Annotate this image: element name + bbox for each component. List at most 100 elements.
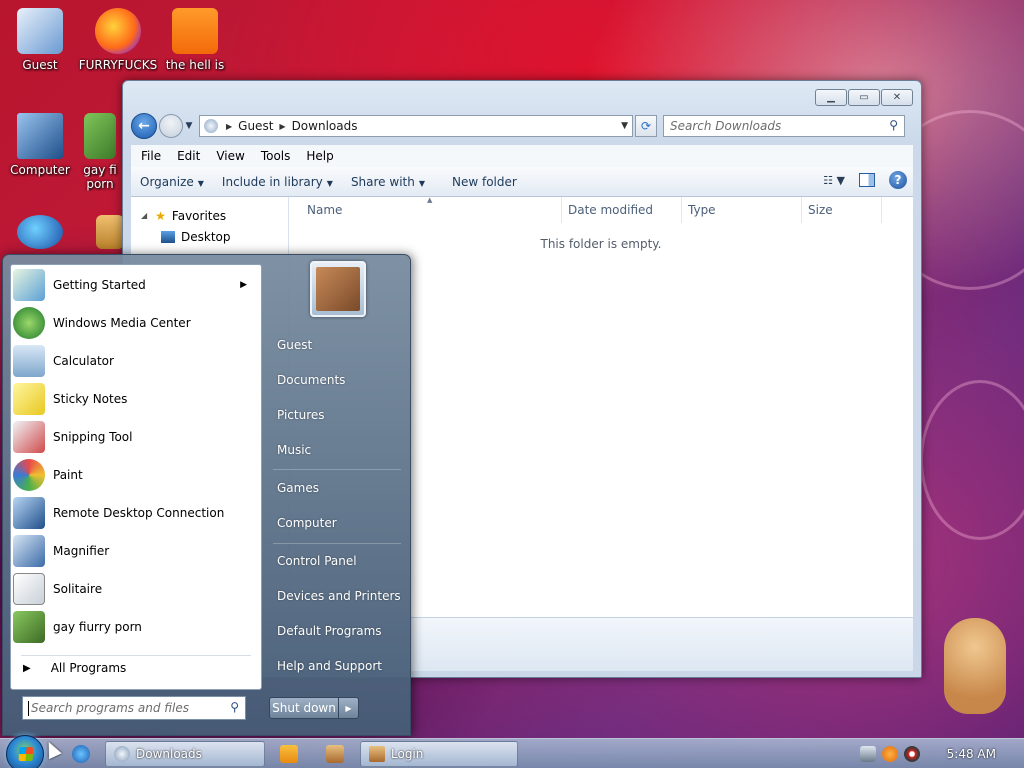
start-link-help-support[interactable]: Help and Support [277,659,382,673]
command-bar-right: ☷ ▼ ? [823,171,907,189]
program-solitaire[interactable]: Solitaire [13,571,259,607]
desktop-icon-uc-browser[interactable]: the hell is [155,8,235,72]
start-link-devices-printers[interactable]: Devices and Printers [277,589,401,603]
menu-file[interactable]: File [133,149,169,163]
address-bar[interactable]: ▶ Guest ▶ Downloads ▼ [199,115,633,137]
paint-icon [13,459,45,491]
new-folder-button[interactable]: New folder [434,175,526,189]
close-button[interactable]: ✕ [881,89,913,106]
taskbar-login[interactable]: Login [360,741,518,767]
search-input[interactable]: Search Downloads ⚲ [663,115,905,137]
preview-pane-button[interactable] [859,173,875,187]
share-with-button[interactable]: Share with ▼ [342,175,434,189]
divider [273,469,401,470]
nav-item-desktop[interactable]: Desktop [131,226,288,247]
program-label: gay fiurry porn [53,620,142,634]
start-link-games[interactable]: Games [277,481,319,495]
start-link-documents[interactable]: Documents [277,373,345,387]
program-label: Magnifier [53,544,110,558]
column-size[interactable]: Size [802,197,882,223]
program-bear-game[interactable]: gay fiurry porn [13,609,259,645]
help-button[interactable]: ? [889,171,907,189]
desktop-icon-label: the hell is [165,58,225,72]
breadcrumb-guest[interactable]: Guest [232,119,279,133]
explorer-icon [114,746,130,762]
shutdown-button[interactable]: Shut down [269,697,339,719]
minimize-button[interactable]: ▁ [815,89,847,106]
refresh-button[interactable]: ⟳ [635,115,657,137]
menu-tools[interactable]: Tools [253,149,299,163]
program-getting-started[interactable]: Getting Started ▶ [13,267,259,303]
solitaire-icon [13,573,45,605]
maximize-button[interactable]: ▭ [848,89,880,106]
start-button[interactable] [6,735,44,768]
menu-edit[interactable]: Edit [169,149,208,163]
refresh-icon: ⟳ [640,119,652,133]
include-in-library-button[interactable]: Include in library ▼ [213,175,342,189]
menu-help[interactable]: Help [298,149,341,163]
chevron-down-icon: ▼ [418,178,425,188]
user-avatar[interactable] [310,261,366,317]
media-player-icon[interactable] [280,745,298,763]
submenu-arrow-icon: ▶ [240,280,247,290]
clock[interactable]: 5:48 AM [947,747,996,761]
program-snipping-tool[interactable]: Snipping Tool [13,419,259,455]
desktop-icon-gay-fi[interactable]: gay fi porn [72,113,128,191]
start-link-computer[interactable]: Computer [277,516,337,530]
chevron-down-icon[interactable]: ▼ [621,121,628,131]
breadcrumb-downloads[interactable]: Downloads [286,119,364,133]
desktop-icon-guest[interactable]: Guest [0,8,80,72]
taskbar-downloads[interactable]: Downloads [105,741,265,767]
clock-app-icon [96,215,124,249]
start-link-guest[interactable]: Guest [277,338,312,352]
program-paint[interactable]: Paint [13,457,259,493]
start-menu: Getting Started ▶ Windows Media Center C… [2,254,411,736]
magnifier-icon [13,535,45,567]
start-link-default-programs[interactable]: Default Programs [277,624,382,638]
column-label: Date modified [568,203,654,217]
column-type[interactable]: Type [682,197,802,223]
program-label: Calculator [53,354,114,368]
nav-item-favorites[interactable]: ◢ ★ Favorites [131,205,288,226]
column-name[interactable]: ▲ Name [289,196,562,223]
internet-explorer-icon[interactable] [72,745,90,763]
organize-button[interactable]: Organize ▼ [131,175,213,189]
program-magnifier[interactable]: Magnifier [13,533,259,569]
media-center-icon [13,307,45,339]
desktop-icon-globe[interactable] [0,215,80,253]
desktop-icon-firefox[interactable]: FURRYFUCKS [78,8,158,72]
back-button[interactable]: ← [131,113,157,139]
menu-view[interactable]: View [208,149,252,163]
program-windows-media-center[interactable]: Windows Media Center [13,305,259,341]
start-search-input[interactable]: Search programs and files ⚲ [22,696,246,720]
views-button[interactable]: ☷ ▼ [823,174,845,187]
shutdown-options-button[interactable]: ▶ [339,697,359,719]
bear-icon [369,746,385,762]
program-label: Paint [53,468,83,482]
program-label: Sticky Notes [53,392,128,406]
start-link-music[interactable]: Music [277,443,311,457]
divider [21,655,251,656]
program-calculator[interactable]: Calculator [13,343,259,379]
column-date-modified[interactable]: Date modified [562,197,682,223]
sticky-notes-icon [13,383,45,415]
record-icon[interactable] [904,746,920,762]
recent-pages-dropdown[interactable]: ▼ [183,121,195,131]
desktop-icon-computer[interactable]: Computer [0,113,80,177]
program-label: Windows Media Center [53,316,191,330]
search-icon[interactable] [882,746,898,762]
bear-icon [84,113,116,159]
system-tray [854,739,1024,768]
chevron-down-icon: ▼ [197,178,204,188]
forward-button[interactable] [159,114,183,138]
bear-icon[interactable] [326,745,344,763]
all-programs-button[interactable]: ▶ All Programs [23,661,126,675]
network-icon[interactable] [860,746,876,762]
program-remote-desktop[interactable]: Remote Desktop Connection [13,495,259,531]
taskbar-label: Downloads [136,747,202,761]
close-icon: ✕ [892,91,902,103]
start-link-pictures[interactable]: Pictures [277,408,325,422]
organize-label: Organize [140,174,194,189]
start-link-control-panel[interactable]: Control Panel [277,554,357,568]
program-sticky-notes[interactable]: Sticky Notes [13,381,259,417]
